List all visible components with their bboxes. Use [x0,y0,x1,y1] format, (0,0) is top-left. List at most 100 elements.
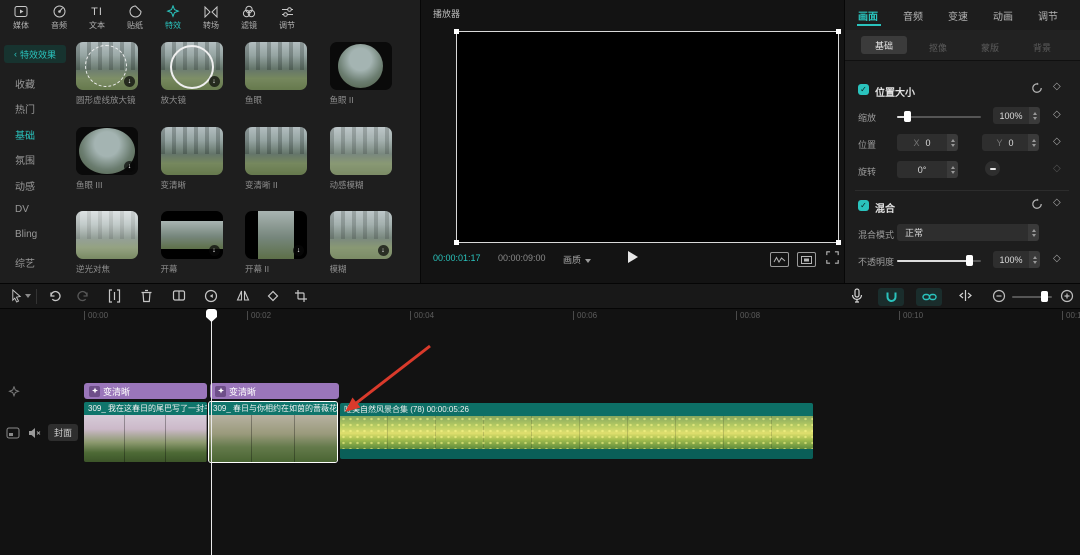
sidebar-header-effects[interactable]: ‹ 特效效果 [4,45,66,63]
tab-transition[interactable]: 转场 [192,0,230,36]
inspector-tab-audio[interactable]: 音频 [903,8,923,23]
record-voiceover-button[interactable] [851,288,863,304]
sidebar-item-hot[interactable]: 热门 [15,101,35,116]
timeline[interactable]: 00:00 00:02 00:04 00:06 00:08 00:10 00:1… [0,309,1080,555]
inspector-tab-adjust[interactable]: 调节 [1038,8,1058,23]
play-button[interactable] [628,251,638,263]
rotate-button[interactable] [266,289,280,303]
position-y-field[interactable]: Y 0 [982,134,1028,151]
reverse-button[interactable] [204,289,218,303]
transform-handle[interactable] [836,240,841,245]
tab-filter[interactable]: 滤镜 [230,0,268,36]
effect-card[interactable]: ↓ 放大镜 [161,42,229,114]
opacity-stepper[interactable] [1029,251,1040,268]
auto-snap-toggle[interactable] [916,288,942,306]
effect-card[interactable]: ↓ 开幕 II [245,211,313,283]
tab-audio[interactable]: 音频 [40,0,78,36]
main-track-magnet-toggle[interactable] [878,288,904,306]
keyframe-icon[interactable]: ◇ [1053,163,1061,174]
opacity-value-field[interactable]: 100% [993,251,1029,268]
rotate-stepper[interactable] [947,161,958,178]
subtab-background[interactable]: 背景 [1033,41,1051,54]
keyframe-icon[interactable]: ◇ [1053,109,1061,120]
opacity-slider-handle[interactable] [966,255,973,266]
effect-card[interactable]: 变清晰 [161,127,229,199]
mirror-button[interactable] [236,289,250,302]
video-clip[interactable]: 唯美自然风景合集 (78) 00:00:05:26 [340,403,813,459]
video-clip[interactable]: 309_ 我在这春日的尾巴写了一封书信 [84,402,207,462]
transform-handle[interactable] [836,29,841,34]
sidebar-item-basic[interactable]: 基础 [15,127,35,142]
cover-button[interactable]: 封面 [48,424,78,441]
delete-button[interactable] [140,289,153,303]
effect-clip[interactable]: 变清晰 [84,383,207,399]
effect-card[interactable]: ↓ 鱼眼 III [76,127,144,199]
transform-handle[interactable] [454,29,459,34]
effect-card[interactable]: ↓ 模糊 [330,211,398,283]
inspector-tab-video[interactable]: 画面 [858,8,878,23]
keyframe-icon[interactable]: ◇ [1053,136,1061,147]
tab-sticker[interactable]: 贴纸 [116,0,154,36]
scale-stepper[interactable] [1029,107,1040,124]
scale-value-field[interactable]: 100% [993,107,1029,124]
sidebar-item-variety[interactable]: 综艺 [15,255,35,270]
sidebar-item-dv[interactable]: DV [15,204,29,215]
blend-mode-stepper[interactable] [1028,224,1039,241]
position-y-stepper[interactable] [1028,134,1039,151]
sidebar-item-atmosphere[interactable]: 氛围 [15,152,35,167]
reset-button[interactable] [1031,198,1043,210]
effect-card[interactable]: 鱼眼 [245,42,313,114]
linked-move-toggle[interactable] [958,289,973,302]
video-clip-selected[interactable]: 309_ 春日与你相约在如茵的蔷薇花园 [208,401,338,463]
timeline-zoom-out-button[interactable] [992,289,1006,303]
timeline-fit-button[interactable] [1060,289,1074,303]
freeze-frame-button[interactable] [172,289,186,302]
effect-card[interactable]: 动感模糊 [330,127,398,199]
tab-text[interactable]: TI 文本 [78,0,116,36]
subtab-mask[interactable]: 蒙版 [981,41,999,54]
mute-track-icon[interactable] [28,427,41,439]
scale-slider-handle[interactable] [904,111,911,122]
blend-checkbox[interactable]: ✓ [858,200,869,211]
effect-clip[interactable]: 变清晰 [210,383,339,399]
sidebar-item-bling[interactable]: Bling [15,229,37,240]
subtab-basic[interactable]: 基础 [861,36,907,54]
split-button[interactable] [108,289,121,303]
undo-button[interactable] [48,289,62,303]
rotate-value-field[interactable]: 0° [897,161,947,178]
keyframe-icon[interactable]: ◇ [1053,253,1061,264]
tab-adjust[interactable]: 调节 [268,0,306,36]
blend-mode-dropdown[interactable]: 正常 [897,224,1028,241]
position-x-stepper[interactable] [947,134,958,151]
effect-card[interactable]: ↓ 圆形虚线放大镜 [76,42,144,114]
keyframe-icon[interactable]: ◇ [1053,197,1061,208]
effect-card[interactable]: 变清晰 II [245,127,313,199]
effect-card[interactable]: 逆光对焦 [76,211,144,283]
effects-grid: ↓ 圆形虚线放大镜 ↓ 放大镜 鱼眼 鱼眼 II ↓ 鱼眼 III 变清晰 [72,36,420,283]
fullscreen-button[interactable] [826,251,839,264]
subtab-chroma[interactable]: 抠像 [929,41,947,54]
transform-handle[interactable] [454,240,459,245]
crop-button[interactable] [294,289,308,303]
quality-dropdown[interactable]: 画质 [563,253,591,266]
timeline-zoom-handle[interactable] [1041,291,1048,302]
position-size-checkbox[interactable]: ✓ [858,84,869,95]
inspector-tab-speed[interactable]: 变速 [948,8,968,23]
rotation-knob[interactable] [985,161,1000,176]
keyframe-icon[interactable]: ◇ [1053,81,1061,92]
inspector-tab-animation[interactable]: 动画 [993,8,1013,23]
select-tool-button[interactable] [10,289,23,303]
playhead-handle[interactable] [206,309,217,322]
redo-button[interactable] [76,289,90,303]
select-tool-dropdown[interactable] [25,294,31,298]
position-x-field[interactable]: X 0 [897,134,947,151]
waveform-toggle-button[interactable] [770,252,789,267]
effect-card[interactable]: ↓ 开幕 [161,211,229,283]
sidebar-item-favorites[interactable]: 收藏 [15,76,35,91]
sidebar-item-dynamic[interactable]: 动感 [15,178,35,193]
reset-button[interactable] [1031,82,1043,94]
tab-media[interactable]: 媒体 [2,0,40,36]
ratio-adapt-button[interactable] [797,252,816,267]
tab-effects[interactable]: 特效 [154,0,192,36]
effect-card[interactable]: 鱼眼 II [330,42,398,114]
